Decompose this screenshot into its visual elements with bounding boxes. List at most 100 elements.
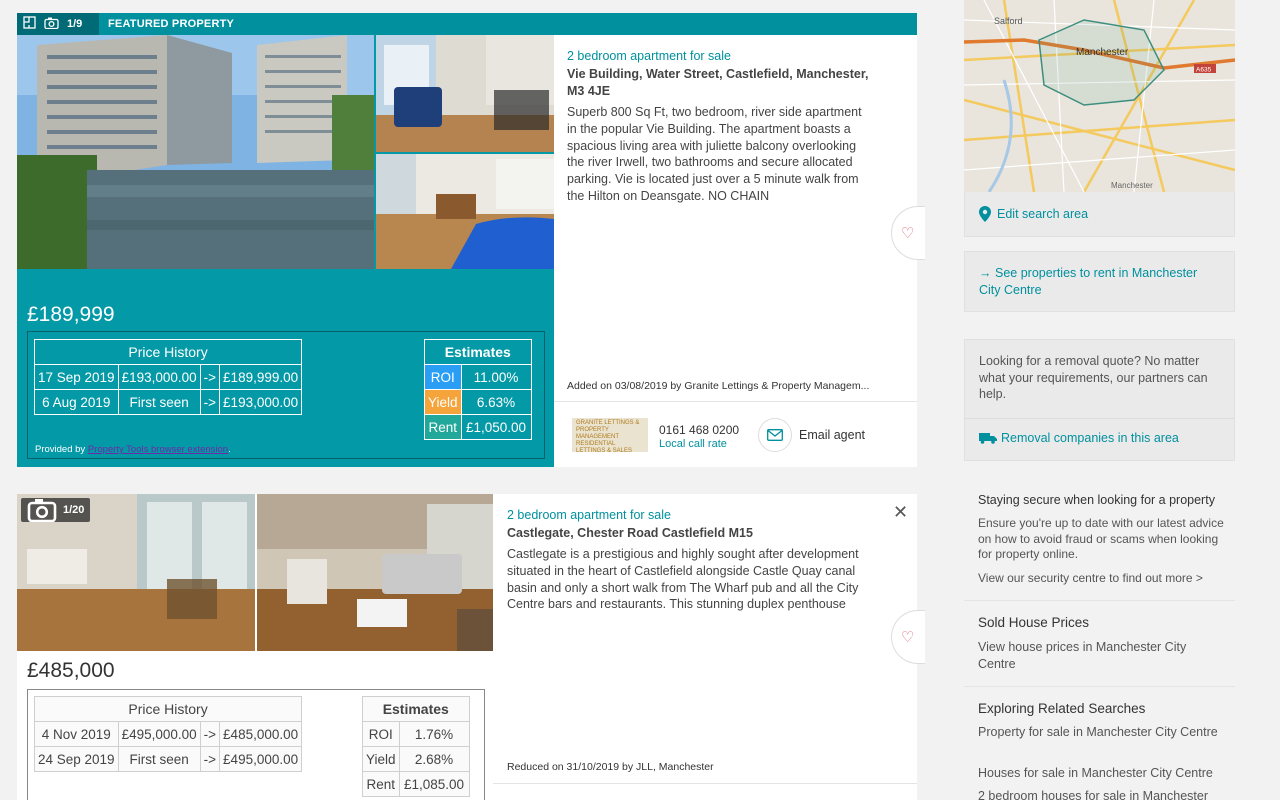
roi-value: 11.00%: [460, 364, 532, 390]
thumbnail-photo-1[interactable]: [376, 35, 554, 152]
map-label-bottom: Manchester: [1111, 181, 1153, 190]
close-icon[interactable]: ✕: [893, 502, 908, 523]
phone-note: Local call rate: [659, 438, 727, 450]
agent-logo[interactable]: GRANITE LETTINGS & PROPERTY MANAGEMENT R…: [572, 418, 648, 454]
listing-card-2[interactable]: 1/20 2 bedroom apartment for sale Castle…: [17, 494, 925, 800]
save-favourite-heart-icon[interactable]: ♡: [891, 610, 925, 664]
table-row: ROI 1.76%: [362, 721, 470, 747]
estimates-title: Estimates: [362, 696, 470, 722]
photo-counter[interactable]: 1/20: [21, 498, 91, 522]
history-from: First seen: [117, 389, 201, 415]
history-date: 24 Sep 2019: [34, 746, 119, 772]
added-on-text: Added on 03/08/2019 by Granite Lettings …: [567, 380, 870, 392]
related-link[interactable]: 2 bedroom houses for sale in Manchester: [978, 788, 1228, 800]
property-description[interactable]: Castlegate is a prestigious and highly s…: [507, 546, 877, 613]
history-date: 6 Aug 2019: [34, 389, 119, 415]
divider: [964, 686, 1235, 687]
thumbnail-photo-2[interactable]: [376, 154, 554, 269]
table-row: Rent £1,050.00: [424, 414, 532, 440]
camera-icon: [44, 17, 59, 32]
history-arrow: ->: [199, 364, 221, 390]
history-to: £485,000.00: [219, 721, 303, 747]
roi-label: ROI: [362, 721, 400, 747]
map-label-manchester: Manchester: [1076, 47, 1129, 58]
listing-price: £485,000: [27, 659, 115, 682]
history-from: First seen: [117, 746, 201, 772]
yield-value: 6.63%: [460, 389, 532, 415]
property-description[interactable]: Superb 800 Sq Ft, two bedroom, river sid…: [567, 104, 872, 205]
floorplan-icon[interactable]: [23, 16, 36, 32]
thumbnail-photo-1[interactable]: [257, 494, 493, 651]
listing-info: 2 bedroom apartment for sale Castlegate,…: [507, 508, 877, 613]
featured-label: FEATURED PROPERTY: [108, 18, 235, 30]
history-to: £189,999.00: [219, 364, 303, 390]
main-photo[interactable]: 1/20: [17, 494, 255, 651]
featured-bar: 1/9 FEATURED PROPERTY: [17, 13, 917, 35]
related-link[interactable]: Property for sale in Manchester City Cen…: [978, 724, 1218, 741]
sold-prices-link[interactable]: View house prices in Manchester City Cen…: [978, 639, 1218, 672]
rent-value: £1,085.00: [398, 771, 470, 797]
property-type-link[interactable]: 2 bedroom apartment for sale: [567, 49, 872, 63]
edit-search-area-button[interactable]: Edit search area: [964, 192, 1235, 237]
history-date: 4 Nov 2019: [34, 721, 119, 747]
main-photo[interactable]: [17, 35, 374, 269]
table-row: Rent £1,085.00: [362, 771, 470, 797]
map-label-road: A635: [1196, 67, 1212, 74]
history-to: £495,000.00: [219, 746, 303, 772]
provided-by: Provided by Property Tools browser exten…: [35, 444, 231, 455]
history-from: £193,000.00: [117, 364, 201, 390]
estimates-table: Estimates ROI 1.76% Yield 2.68% Rent £1,085…: [362, 696, 470, 797]
property-address[interactable]: Castlegate, Chester Road Castlefield M15: [507, 525, 877, 542]
related-link[interactable]: Houses for sale in Manchester City Centr…: [978, 765, 1228, 782]
removal-text: Looking for a removal quote? No matter w…: [979, 354, 1208, 401]
property-address[interactable]: Vie Building, Water Street, Castlefield,…: [567, 66, 872, 100]
roi-label: ROI: [424, 364, 462, 390]
rent-value: £1,050.00: [460, 414, 532, 440]
security-centre-link[interactable]: View our security centre to find out mor…: [978, 570, 1228, 587]
listing-info: 2 bedroom apartment for sale Vie Buildin…: [567, 49, 872, 205]
history-arrow: ->: [199, 746, 221, 772]
removal-box: Looking for a removal quote? No matter w…: [964, 339, 1235, 461]
price-history-title: Price History: [33, 339, 303, 365]
phone-number[interactable]: 0161 468 0200: [659, 423, 739, 437]
listing-card-1[interactable]: 1/9 FEATURED PROPERTY £189,999 Price His…: [17, 13, 925, 467]
rent-link[interactable]: See properties to rent in Manchester Cit…: [979, 266, 1197, 297]
roi-value: 1.76%: [398, 721, 470, 747]
related-searches-title: Exploring Related Searches: [978, 701, 1146, 716]
rent-link-box[interactable]: → See properties to rent in Manchester C…: [964, 251, 1235, 312]
history-arrow: ->: [199, 721, 221, 747]
agent-phone[interactable]: 0161 468 0200 Local call rate: [659, 423, 739, 450]
divider: [965, 418, 1234, 419]
reduced-on-text: Reduced on 31/10/2019 by JLL, Manchester: [507, 761, 714, 773]
history-arrow: ->: [199, 389, 221, 415]
email-icon[interactable]: [758, 418, 792, 452]
agent-row: GRANITE LETTINGS & PROPERTY MANAGEMENT R…: [554, 401, 917, 467]
photo-count: 1/9: [67, 18, 83, 30]
listing-price: £189,999: [27, 303, 115, 326]
price-history-title: Price History: [33, 696, 303, 722]
edit-search-label[interactable]: Edit search area: [997, 207, 1088, 221]
property-tools-link[interactable]: Property Tools browser extension: [88, 444, 228, 455]
email-agent-button[interactable]: Email agent: [799, 428, 865, 442]
price-history-table: Price History 17 Sep 2019 £193,000.00 ->…: [33, 339, 303, 415]
secure-text: Ensure you're up to date with our latest…: [978, 516, 1224, 561]
estimates-table: Estimates ROI 11.00% Yield 6.63% Rent £1,05…: [424, 339, 532, 440]
save-favourite-heart-icon[interactable]: ♡: [891, 206, 925, 260]
truck-icon: [979, 433, 997, 444]
property-type-link[interactable]: 2 bedroom apartment for sale: [507, 508, 877, 522]
yield-value: 2.68%: [398, 746, 470, 772]
yield-label: Yield: [424, 389, 462, 415]
arrow-right-icon: →: [979, 266, 992, 280]
table-row: Yield 2.68%: [362, 746, 470, 772]
removal-link[interactable]: Removal companies in this area: [1001, 431, 1179, 445]
search-area-map[interactable]: Salford Manchester A635 Manchester: [964, 0, 1235, 192]
table-row: 24 Sep 2019 First seen -> £495,000.00: [34, 746, 303, 772]
estimates-title: Estimates: [424, 339, 532, 365]
secure-title: Staying secure when looking for a proper…: [978, 493, 1215, 507]
camera-icon: [27, 499, 57, 522]
provided-tail: .: [228, 444, 231, 455]
table-row: ROI 11.00%: [424, 364, 532, 390]
price-tools-box: Price History 17 Sep 2019 £193,000.00 ->…: [27, 331, 545, 459]
price-tools-panel: £485,000 Price History 4 Nov 2019 £495,0…: [17, 651, 493, 800]
table-row: 6 Aug 2019 First seen -> £193,000.00: [34, 389, 303, 415]
